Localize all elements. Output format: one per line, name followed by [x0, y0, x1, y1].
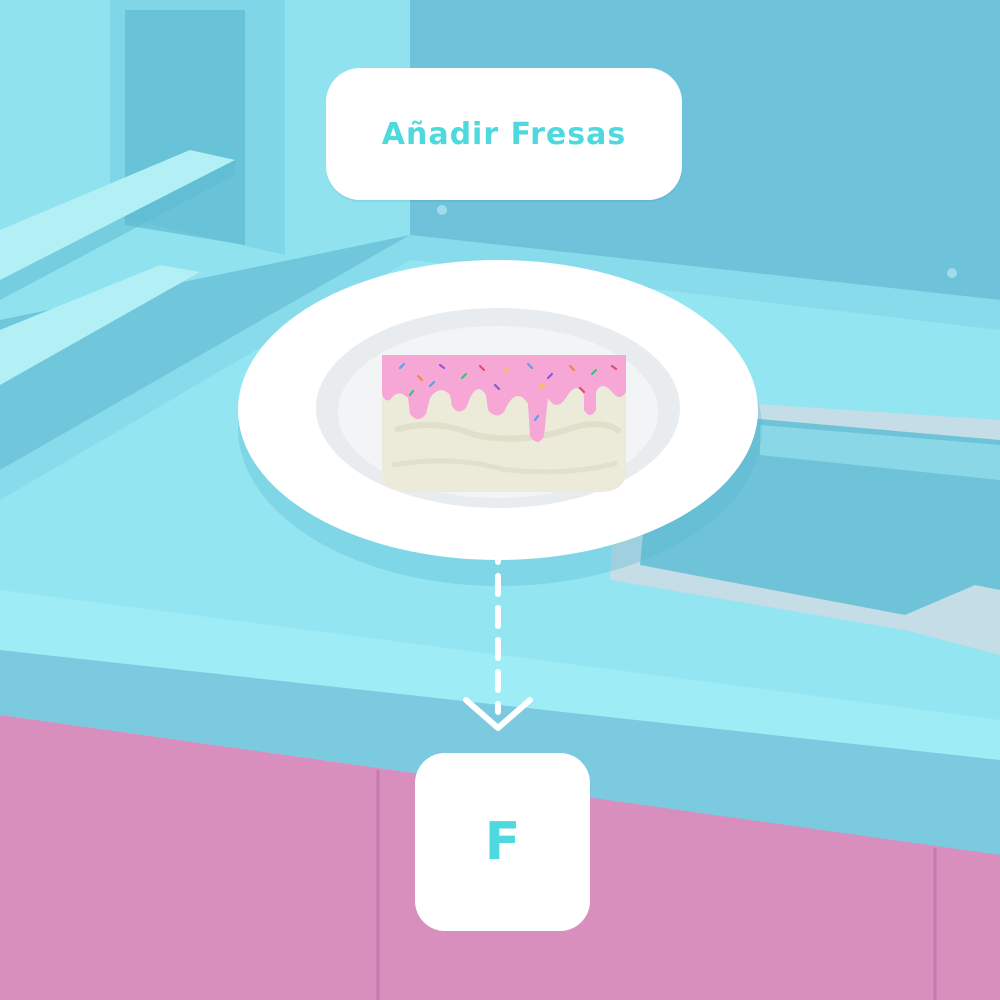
instruction-banner: Añadir Fresas	[326, 68, 682, 200]
wall-dot	[947, 268, 957, 278]
wall-dot	[437, 205, 447, 215]
key-prompt-button[interactable]: F	[415, 753, 590, 931]
instruction-text: Añadir Fresas	[381, 116, 627, 152]
key-prompt-label: F	[484, 812, 521, 872]
